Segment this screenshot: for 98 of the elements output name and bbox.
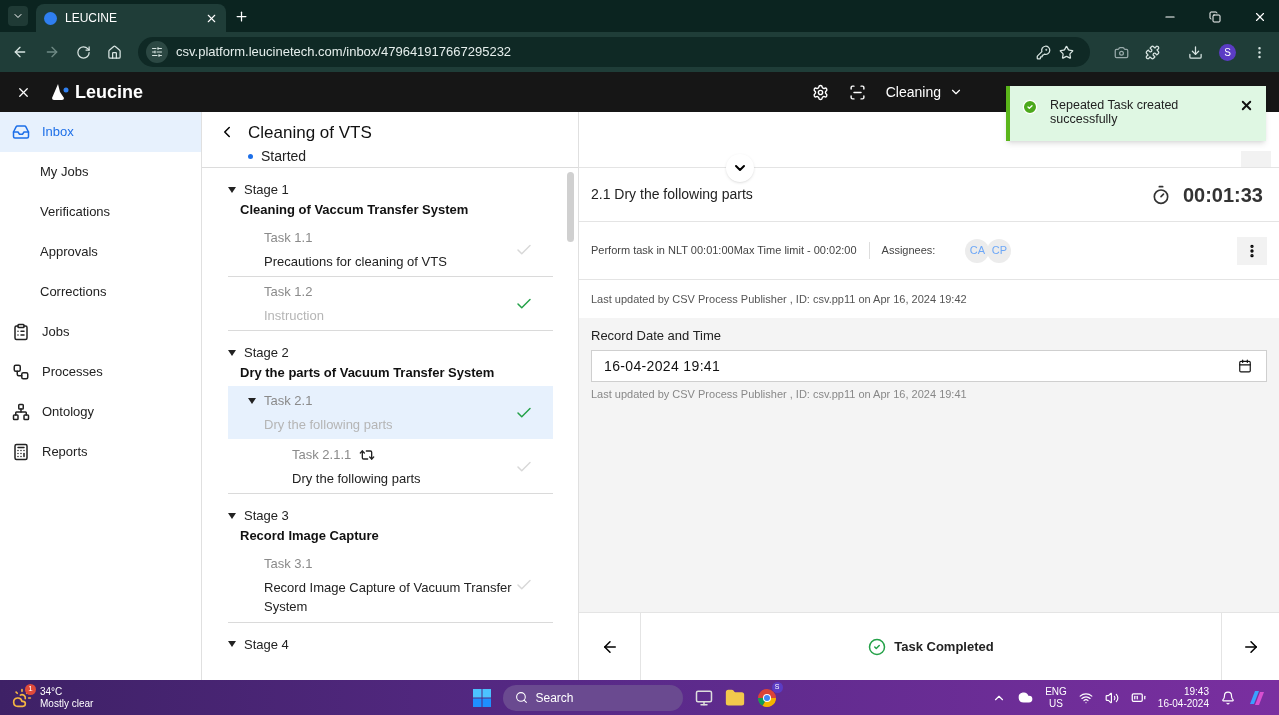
- caret-icon[interactable]: [248, 397, 256, 404]
- sidebar-item[interactable]: Reports: [0, 432, 201, 472]
- stage-title: Dry the parts of Vacuum Transfer System: [240, 363, 496, 382]
- clipboard-icon: [12, 323, 30, 341]
- flowchart-icon: [12, 363, 30, 381]
- toast-message: Repeated Task created successfully: [1050, 98, 1180, 126]
- folder-icon[interactable]: [724, 687, 745, 708]
- site-logo-icon: [44, 11, 57, 25]
- caret-icon[interactable]: [228, 641, 236, 648]
- clock-date[interactable]: 16-04-2024: [1157, 697, 1209, 710]
- date-time-field[interactable]: 16-04-2024 19:41: [591, 349, 1267, 382]
- stage-number: Stage 3: [244, 507, 289, 525]
- scrollbar-thumb[interactable]: [567, 172, 574, 242]
- home-icon[interactable]: [107, 44, 122, 60]
- stage-title: Record Image Capture: [240, 526, 380, 545]
- stage-title: Cleaning of Vaccum Transfer System: [240, 200, 470, 219]
- scan-icon[interactable]: [848, 83, 866, 101]
- stage-number: Stage 1: [244, 181, 289, 199]
- caret-icon[interactable]: [228, 349, 236, 356]
- close-icon[interactable]: [1253, 10, 1267, 24]
- field-note: Last updated by CSV Process Publisher , ID: csv.pp11 on Apr 16, 2024 19:41: [591, 386, 968, 402]
- caret-icon[interactable]: [228, 512, 236, 519]
- notification-badge: 1: [25, 683, 36, 695]
- task-title: Dry the following parts: [264, 415, 394, 434]
- weather-text: Mostly clear: [40, 697, 94, 710]
- logo-icon: [51, 83, 71, 101]
- hierarchy-icon: [12, 403, 30, 421]
- forward-icon[interactable]: [44, 44, 60, 60]
- task-title: Instruction: [264, 306, 325, 325]
- browser-tab[interactable]: LEUCINE: [36, 4, 226, 32]
- windows-icon[interactable]: [472, 688, 491, 707]
- address-bar[interactable]: csv.platform.leucinetech.com/inbox/479641917667295232: [138, 37, 1090, 67]
- extensions-icon[interactable]: [1145, 44, 1160, 60]
- clock-time[interactable]: 19:43: [1183, 685, 1209, 698]
- task-title: Record Image Capture of Vacuum Transfer System: [264, 578, 513, 616]
- process-title: Cleaning of VTS: [248, 122, 372, 144]
- settings-icon[interactable]: [811, 83, 829, 101]
- success-icon: [868, 637, 887, 656]
- sidebar-item[interactable]: Inbox: [0, 112, 201, 152]
- battery-icon[interactable]: [1130, 690, 1146, 705]
- sidebar-item[interactable]: Approvals: [0, 232, 201, 272]
- assignees-label: Assignees:: [881, 243, 936, 259]
- search-icon: [514, 691, 528, 704]
- success-icon: [1022, 99, 1038, 115]
- tab-list-button[interactable]: [8, 6, 28, 26]
- task-status: Task Completed: [894, 637, 994, 656]
- sidebar-item[interactable]: Verifications: [0, 192, 201, 232]
- temperature: 34°C: [40, 685, 64, 698]
- close-icon[interactable]: [1239, 98, 1254, 113]
- last-updated-text: Last updated by CSV Process Publisher , ID: csv.pp11 on Apr 16, 2024 19:42: [591, 291, 967, 307]
- sidebar-item[interactable]: My Jobs: [0, 152, 201, 192]
- language-text[interactable]: ENG: [1045, 685, 1067, 698]
- stage-number: Stage 4: [244, 635, 289, 654]
- task-number: Task 3.1: [264, 555, 313, 573]
- sidebar-item[interactable]: Ontology: [0, 392, 201, 432]
- task-number: Task 1.1: [264, 229, 313, 247]
- task-heading: 2.1 Dry the following parts: [591, 185, 754, 204]
- task-view-icon[interactable]: [694, 688, 713, 707]
- task-title: Dry the following parts: [292, 469, 422, 488]
- task-number: Task 2.1: [264, 392, 313, 410]
- chrome-icon[interactable]: [756, 687, 777, 708]
- tab-title: LEUCINE: [65, 10, 118, 27]
- new-tab-icon[interactable]: [234, 9, 249, 24]
- facility-dropdown[interactable]: Cleaning: [885, 81, 963, 103]
- profile-avatar[interactable]: S: [1219, 43, 1236, 61]
- camera-icon[interactable]: [1114, 44, 1129, 60]
- key-icon[interactable]: [1036, 44, 1051, 60]
- restore-icon[interactable]: [1209, 11, 1221, 23]
- stage-number: Stage 2: [244, 344, 289, 362]
- bookmark-icon[interactable]: [1059, 44, 1074, 60]
- brand-name: Leucine: [75, 80, 144, 104]
- wifi-icon[interactable]: [1078, 690, 1093, 705]
- back-icon[interactable]: [12, 44, 28, 60]
- sidebar-item[interactable]: Corrections: [0, 272, 201, 312]
- search-placeholder: Search: [535, 689, 575, 707]
- volume-icon[interactable]: [1104, 690, 1119, 705]
- inbox-icon: [12, 123, 30, 141]
- search-field[interactable]: Search: [502, 684, 683, 711]
- calendar-icon[interactable]: [1238, 358, 1252, 373]
- weather-icon[interactable]: [12, 687, 32, 708]
- caret-icon[interactable]: [228, 186, 236, 193]
- calculator-icon: [12, 443, 30, 461]
- site-info-icon[interactable]: [146, 41, 168, 63]
- reload-icon[interactable]: [76, 44, 91, 60]
- task-number: Task 1.2: [264, 283, 313, 301]
- sidebar-item[interactable]: Jobs: [0, 312, 201, 352]
- bell-icon[interactable]: [1221, 690, 1235, 705]
- region-text[interactable]: US: [1049, 697, 1063, 710]
- download-icon[interactable]: [1188, 44, 1203, 60]
- task-title: Precautions for cleaning of VTS: [264, 252, 448, 271]
- cloud-icon[interactable]: [1018, 690, 1034, 705]
- time-constraint: Perform task in NLT 00:01:00Max Time limit - 00:02:00: [591, 242, 870, 259]
- url-text: csv.platform.leucinetech.com/inbox/479641917667295232: [176, 43, 513, 62]
- field-label: Record Date and Time: [591, 327, 723, 345]
- task-number: Task 2.1.1: [292, 446, 352, 464]
- timer-text: 00:01:33: [1182, 182, 1263, 208]
- process-status: Started: [261, 146, 307, 166]
- sidebar-item[interactable]: Processes: [0, 352, 201, 392]
